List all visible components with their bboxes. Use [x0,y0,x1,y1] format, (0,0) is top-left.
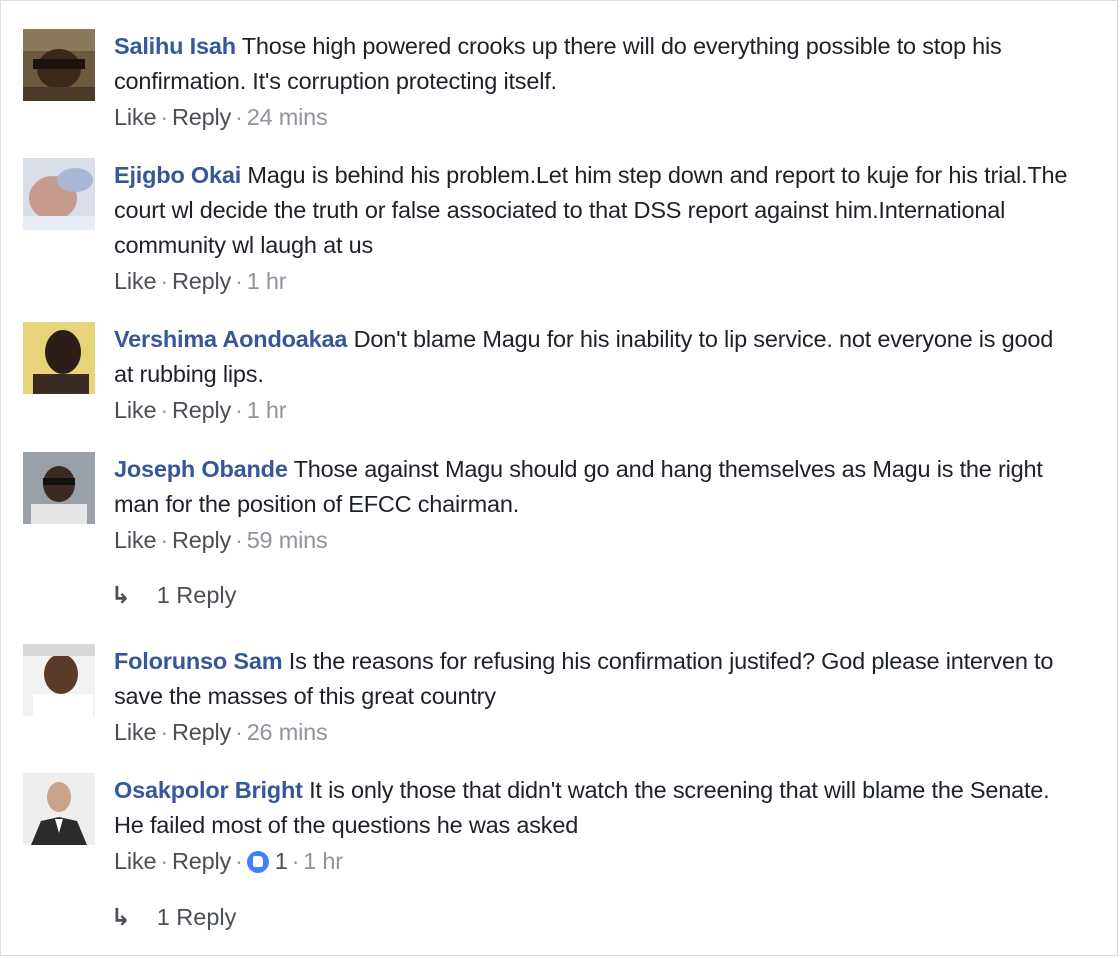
like-reaction-icon[interactable] [246,851,269,873]
comment-timestamp[interactable]: 1 hr [247,397,287,423]
reaction-count[interactable]: 1 [275,848,288,874]
like-link[interactable]: Like [114,397,157,423]
separator: · [235,527,243,553]
separator: · [235,719,243,745]
comment-actions: Like · Reply · 1 · 1 hr [114,845,1074,877]
avatar[interactable] [23,644,95,716]
like-link[interactable]: Like [114,848,157,874]
reply-link[interactable]: Reply [172,268,231,294]
comment-author[interactable]: Salihu Isah [114,33,236,59]
comment-actions: Like · Reply · 1 hr [114,265,1074,297]
comment-text-line: Ejigbo Okai Magu is behind his problem.L… [114,158,1074,263]
avatar[interactable] [23,322,95,394]
like-link[interactable]: Like [114,719,157,745]
avatar[interactable] [23,773,95,845]
comment-author[interactable]: Vershima Aondoakaa [114,326,347,352]
reply-link[interactable]: Reply [172,719,231,745]
reply-link[interactable]: Reply [172,397,231,423]
comment-text: Those high powered crooks up there will … [114,33,1002,94]
separator: · [160,719,168,745]
comment-actions: Like · Reply · 24 mins [114,101,1074,133]
view-replies-link[interactable]: ↳ 1 Reply [111,903,236,931]
comment-timestamp[interactable]: 24 mins [247,104,328,130]
separator: · [235,104,243,130]
separator: · [160,397,168,423]
separator: · [235,397,243,423]
replies-count: 1 Reply [156,582,237,608]
like-link[interactable]: Like [114,268,157,294]
reply-link[interactable]: Reply [172,104,231,130]
comment-timestamp[interactable]: 26 mins [247,719,328,745]
reply-arrow-icon: ↳ [111,904,131,930]
avatar[interactable] [23,452,95,524]
comment-author[interactable]: Osakpolor Bright [114,777,303,803]
comments-panel: Salihu Isah Those high powered crooks up… [0,0,1118,956]
comment-text-line: Joseph Obande Those against Magu should … [114,452,1074,522]
separator: · [160,527,168,553]
comment-author[interactable]: Ejigbo Okai [114,162,241,188]
separator: · [160,104,168,130]
comment-text-line: Folorunso Sam Is the reasons for refusin… [114,644,1074,714]
separator: · [160,268,168,294]
view-replies-link[interactable]: ↳ 1 Reply [111,581,236,609]
comment-timestamp[interactable]: 59 mins [247,527,328,553]
comment-text-line: Osakpolor Bright It is only those that d… [114,773,1074,843]
like-link[interactable]: Like [114,104,157,130]
comment-actions: Like · Reply · 26 mins [114,716,1074,748]
comment-text-line: Salihu Isah Those high powered crooks up… [114,29,1074,99]
separator: · [235,268,243,294]
separator: · [235,848,243,874]
avatar[interactable] [23,29,95,101]
separator: · [160,848,168,874]
comment-actions: Like · Reply · 1 hr [114,394,1074,426]
comment-text-line: Vershima Aondoakaa Don't blame Magu for … [114,322,1074,392]
comment-timestamp[interactable]: 1 hr [247,268,287,294]
comment-author[interactable]: Joseph Obande [114,456,288,482]
like-link[interactable]: Like [114,527,157,553]
reply-link[interactable]: Reply [172,527,231,553]
comment-timestamp[interactable]: 1 hr [303,848,343,874]
comment-author[interactable]: Folorunso Sam [114,648,283,674]
comment-actions: Like · Reply · 59 mins [114,524,1074,556]
separator: · [291,848,300,874]
avatar[interactable] [23,158,95,230]
comment-text: Magu is behind his problem.Let him step … [114,162,1068,258]
replies-count: 1 Reply [156,904,237,930]
reply-link[interactable]: Reply [172,848,231,874]
reply-arrow-icon: ↳ [111,582,131,608]
